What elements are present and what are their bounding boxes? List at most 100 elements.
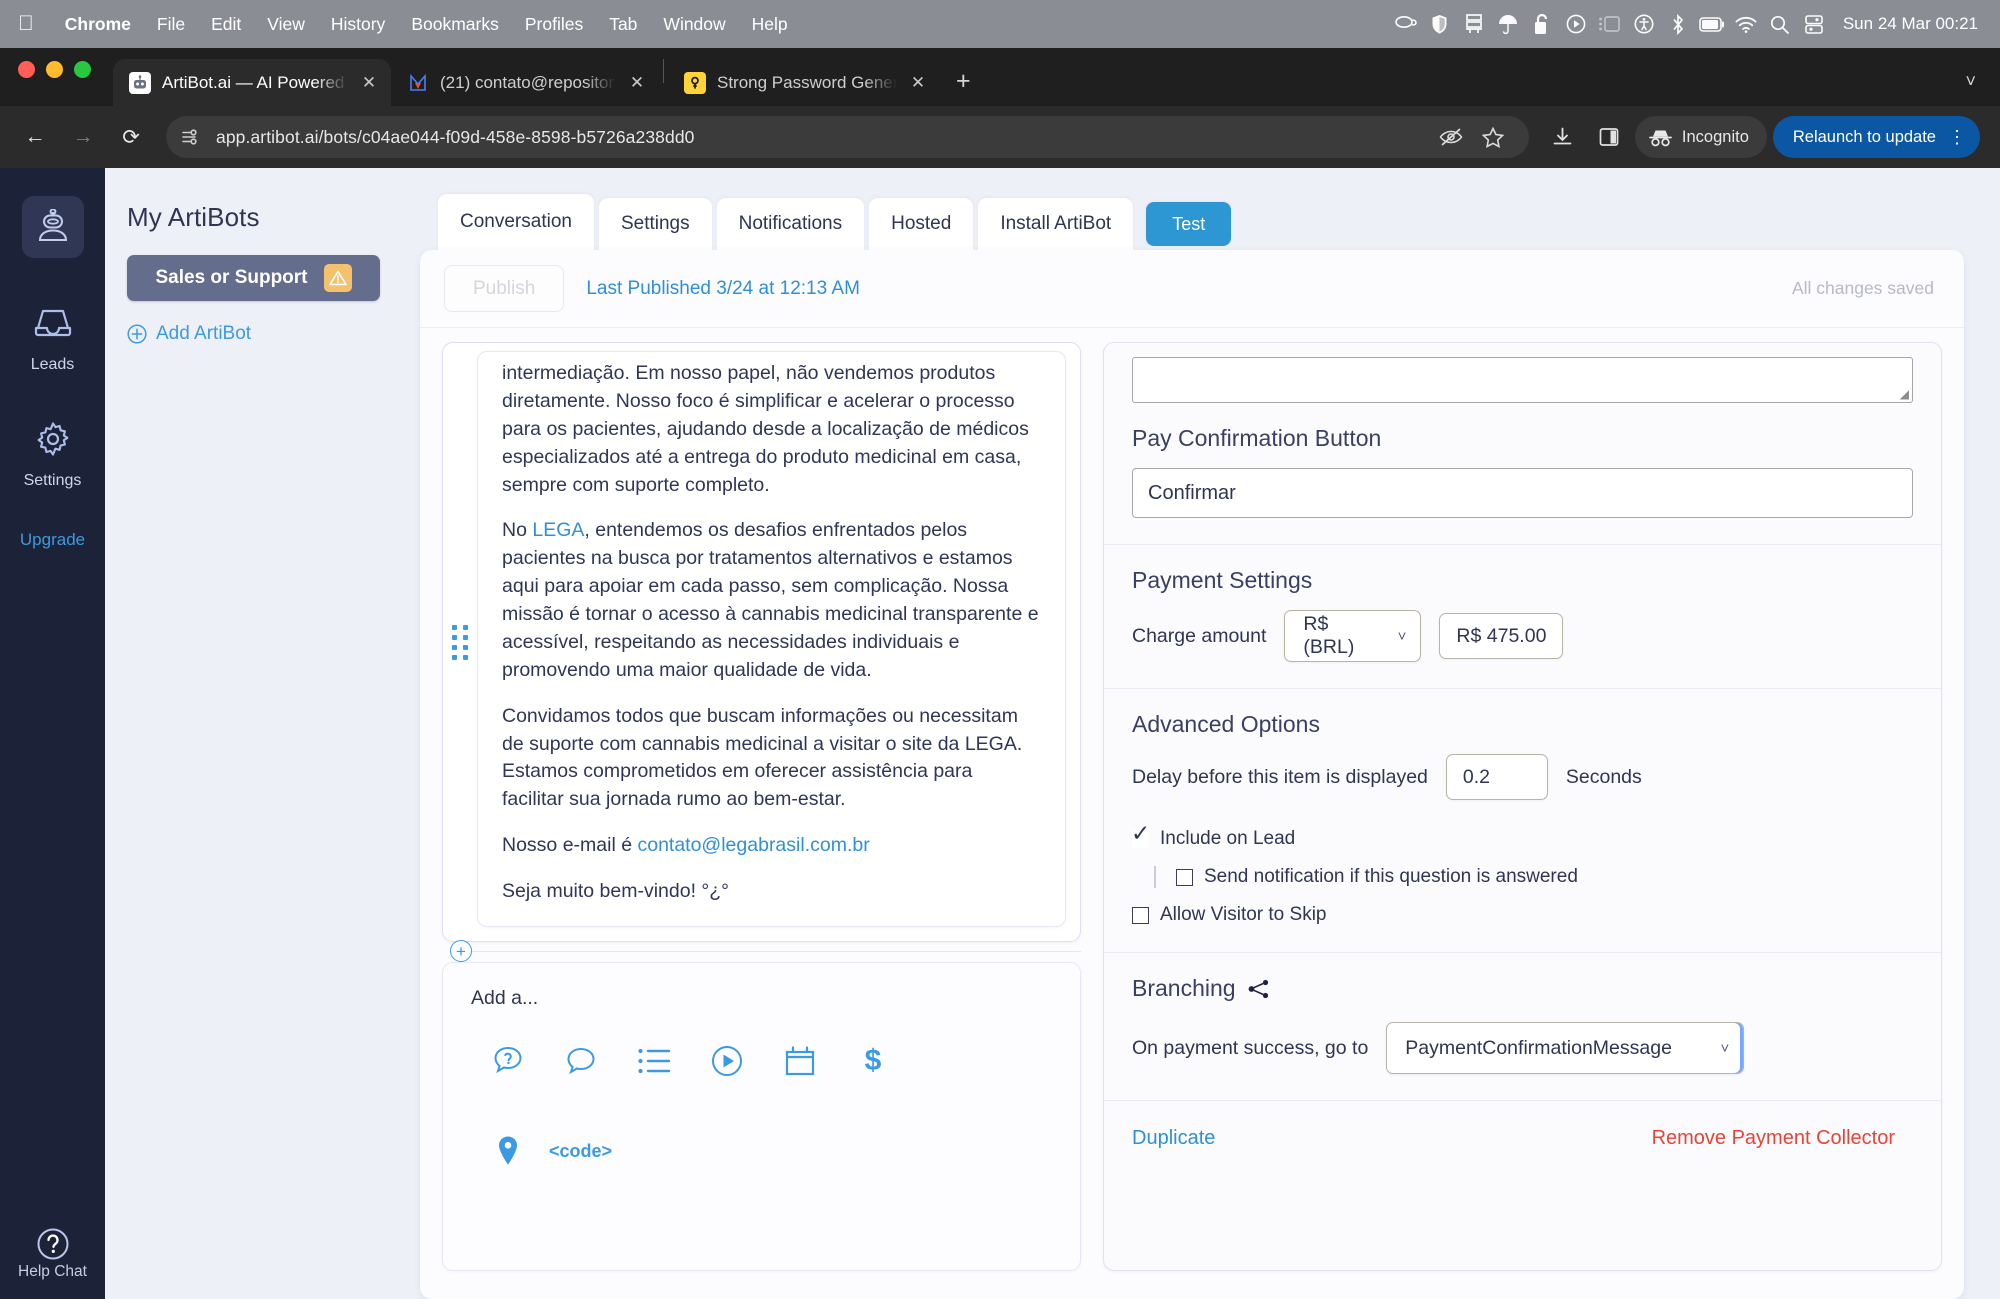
test-button[interactable]: Test: [1146, 202, 1232, 246]
reload-button[interactable]: ⟳: [110, 116, 152, 158]
insert-block-row: +: [442, 940, 1081, 962]
close-tab-button[interactable]: ✕: [627, 73, 647, 93]
message-text-preview[interactable]: intermediação. Em nosso papel, não vende…: [477, 351, 1066, 927]
coffee-cup-icon[interactable]: [1389, 15, 1423, 33]
tab-search-chevron-icon[interactable]: ˅: [1965, 71, 2000, 106]
battery-icon[interactable]: [1695, 16, 1729, 32]
sidebar-upgrade-link[interactable]: Upgrade: [20, 530, 85, 550]
video-play-icon[interactable]: [690, 1038, 763, 1084]
include-on-lead-checkbox[interactable]: [1131, 822, 1150, 848]
allow-skip-checkbox[interactable]: [1132, 906, 1149, 924]
browser-tab-password[interactable]: Strong Password Generator ✕: [668, 59, 940, 106]
menubar-item-file[interactable]: File: [144, 14, 198, 35]
close-tab-button[interactable]: ✕: [359, 73, 379, 93]
block-settings-panel: ◢ Pay Confirmation Button Payment Settin…: [1103, 342, 1942, 1271]
new-tab-button[interactable]: +: [940, 69, 987, 106]
duplicate-button[interactable]: Duplicate: [1132, 1127, 1215, 1150]
send-notification-checkbox[interactable]: [1176, 868, 1193, 886]
editor-tabs: Conversation Settings Notifications Host…: [420, 194, 1964, 250]
wifi-icon[interactable]: [1729, 16, 1763, 33]
include-on-lead-row[interactable]: Include on Lead: [1131, 822, 1913, 850]
tab-conversation[interactable]: Conversation: [438, 194, 594, 250]
map-pin-icon[interactable]: [471, 1128, 544, 1174]
incognito-indicator[interactable]: Incognito: [1634, 116, 1767, 158]
chrome-menu-icon[interactable]: ⋮: [1948, 128, 1966, 147]
back-button[interactable]: ←: [14, 116, 56, 158]
control-center-icon[interactable]: [1797, 14, 1831, 34]
menubar-item-window[interactable]: Window: [650, 14, 738, 35]
browser-tab-mail[interactable]: (21) contato@repositoriocana ✕: [391, 59, 659, 106]
warning-triangle-icon[interactable]: [323, 264, 352, 292]
menubar-item-view[interactable]: View: [254, 14, 318, 35]
help-chat-button[interactable]: Help Chat: [18, 1227, 87, 1281]
remove-payment-collector-button[interactable]: Remove Payment Collector: [1652, 1127, 1895, 1150]
key-circle-icon: [684, 71, 706, 94]
sidebar-item-bots[interactable]: [0, 196, 105, 258]
tab-settings[interactable]: Settings: [598, 198, 712, 250]
bookmark-star-icon[interactable]: [1473, 117, 1513, 157]
resize-grip-icon[interactable]: ◢: [1900, 388, 1909, 400]
message-textarea[interactable]: ◢: [1132, 357, 1913, 403]
dollar-icon[interactable]: $: [836, 1038, 909, 1084]
site-settings-icon[interactable]: [182, 129, 202, 145]
lock-open-icon[interactable]: [1525, 13, 1559, 35]
sidebar-item-leads[interactable]: Leads: [0, 292, 105, 374]
list-icon[interactable]: [617, 1038, 690, 1084]
branch-target-select[interactable]: PaymentConfirmationMessage ˅: [1386, 1022, 1745, 1074]
screen-mirroring-icon[interactable]: [1593, 15, 1627, 33]
macos-menubar:  Chrome File Edit View History Bookmark…: [0, 0, 2000, 48]
browser-tab-artibot[interactable]: ArtiBot.ai — AI Powered Bot for ✕: [113, 59, 391, 106]
tab-notifications[interactable]: Notifications: [716, 198, 865, 250]
svg-text:$: $: [864, 1044, 881, 1077]
tab-hosted[interactable]: Hosted: [869, 198, 974, 250]
chat-bubble-icon[interactable]: [544, 1038, 617, 1084]
minimize-window-button[interactable]: [46, 60, 63, 78]
menubar-item-bookmarks[interactable]: Bookmarks: [398, 14, 512, 35]
tab-install-artibot[interactable]: Install ArtiBot: [978, 198, 1134, 250]
question-bubble-icon[interactable]: [471, 1038, 544, 1084]
publish-button[interactable]: Publish: [444, 265, 565, 312]
sidebar-item-settings[interactable]: Settings: [0, 408, 105, 490]
close-window-button[interactable]: [18, 60, 35, 78]
brand-link[interactable]: LEGA: [532, 519, 584, 541]
plus-circle-icon[interactable]: +: [450, 940, 472, 962]
relaunch-to-update-button[interactable]: Relaunch to update ⋮: [1772, 116, 1980, 158]
search-icon[interactable]: [1763, 15, 1797, 34]
menubar-clock[interactable]: Sun 24 Mar 00:21: [1843, 14, 1978, 34]
menubar-item-edit[interactable]: Edit: [198, 14, 254, 35]
drag-dots-icon[interactable]: [443, 343, 477, 941]
bluetooth-icon[interactable]: [1661, 13, 1695, 35]
shield-icon[interactable]: [1423, 14, 1457, 35]
server-rack-icon[interactable]: [1457, 13, 1491, 35]
forward-button[interactable]: →: [62, 116, 104, 158]
currency-select[interactable]: R$ (BRL) ˅: [1284, 610, 1422, 662]
menubar-item-history[interactable]: History: [318, 14, 398, 35]
hide-password-eye-icon[interactable]: [1431, 117, 1471, 157]
menubar-item-profiles[interactable]: Profiles: [512, 14, 596, 35]
umbrella-icon[interactable]: [1491, 14, 1525, 35]
delay-input[interactable]: 0.2: [1445, 754, 1548, 800]
accessibility-icon[interactable]: [1627, 14, 1661, 34]
last-published-label[interactable]: Last Published 3/24 at 12:13 AM: [586, 278, 860, 300]
message-block[interactable]: intermediação. Em nosso papel, não vende…: [442, 342, 1081, 942]
email-link[interactable]: contato@legabrasil.com.br: [637, 834, 869, 856]
maximize-window-button[interactable]: [74, 60, 91, 78]
side-panel-icon[interactable]: [1589, 117, 1629, 157]
menubar-item-tab[interactable]: Tab: [596, 14, 650, 35]
calendar-icon[interactable]: [763, 1038, 836, 1084]
address-bar[interactable]: app.artibot.ai/bots/c04ae044-f09d-458e-8…: [166, 116, 1529, 158]
play-circle-icon[interactable]: [1559, 14, 1593, 34]
send-notification-row[interactable]: Send notification if this question is an…: [1154, 866, 1913, 888]
menubar-item-chrome[interactable]: Chrome: [52, 14, 144, 35]
add-artibot-button[interactable]: Add ArtiBot: [127, 323, 380, 345]
charge-amount-input[interactable]: R$ 475.00: [1439, 613, 1564, 659]
pay-confirmation-input[interactable]: [1132, 468, 1913, 518]
bot-list-item-sales-or-support[interactable]: Sales or Support: [127, 255, 380, 301]
apple-logo-icon[interactable]: : [18, 13, 34, 34]
allow-skip-row[interactable]: Allow Visitor to Skip: [1132, 904, 1913, 926]
menubar-item-help[interactable]: Help: [739, 14, 801, 35]
close-tab-button[interactable]: ✕: [908, 73, 928, 93]
code-icon[interactable]: <code>: [544, 1128, 617, 1174]
window-traffic-lights[interactable]: [18, 48, 91, 106]
downloads-icon[interactable]: [1543, 117, 1583, 157]
